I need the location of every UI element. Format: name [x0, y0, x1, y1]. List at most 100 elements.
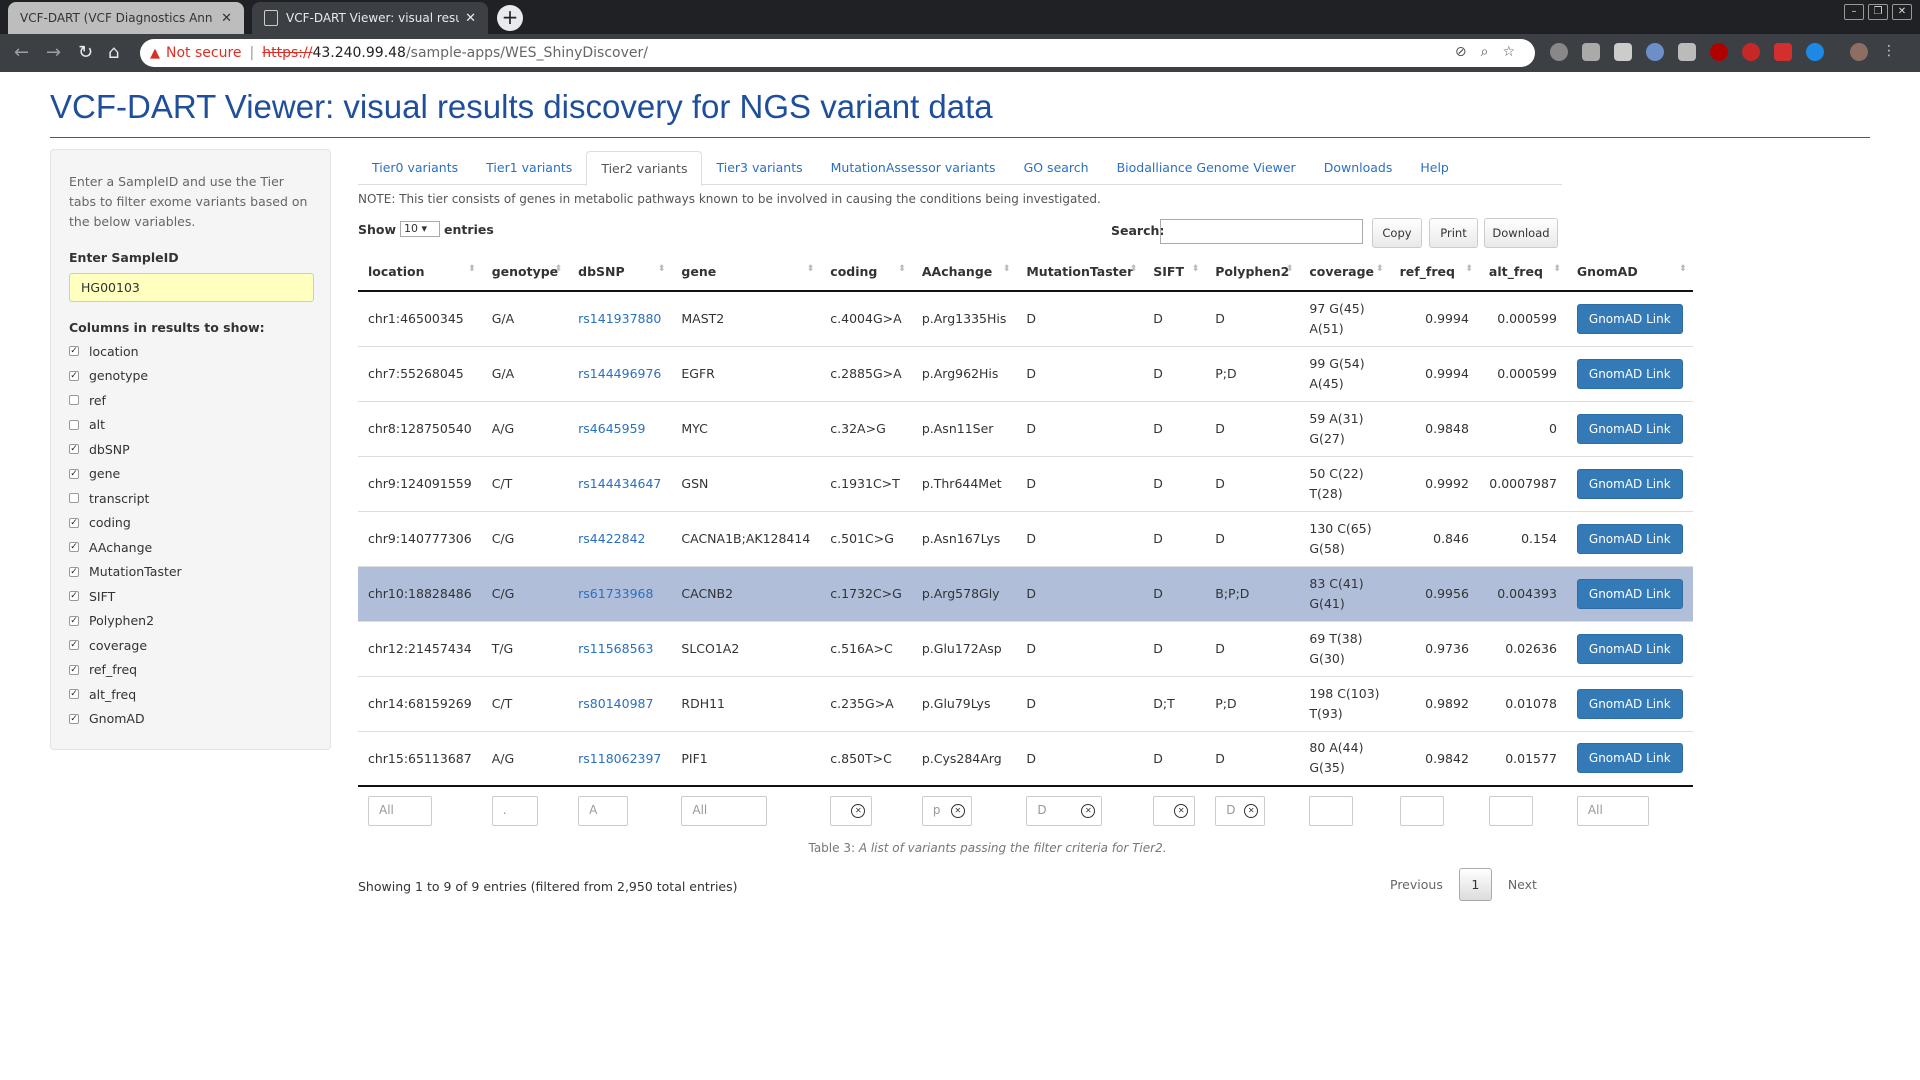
- column-header-gnomad[interactable]: GnomAD ⬍: [1566, 253, 1693, 292]
- sort-icon[interactable]: ⬍: [1465, 264, 1473, 274]
- tab-go-search[interactable]: GO search: [1010, 151, 1103, 185]
- checkbox[interactable]: ✓: [69, 664, 79, 675]
- column-toggle-gnomad[interactable]: ✓ GnomAD: [69, 707, 312, 732]
- gnomad-link-button[interactable]: GnomAD Link: [1576, 688, 1683, 719]
- checkbox[interactable]: [69, 419, 79, 430]
- table-row[interactable]: chr12:21457434 T/G rs11568563 SLCO1A2 c.516A…: [358, 621, 1693, 677]
- column-toggle-location[interactable]: ✓ location: [69, 339, 312, 364]
- column-header-genotype[interactable]: genotype ⬍: [481, 253, 569, 292]
- clear-icon[interactable]: ✕: [1244, 803, 1259, 818]
- checkbox[interactable]: ✓: [69, 615, 79, 626]
- dbsnp-link[interactable]: rs141937880: [578, 311, 661, 326]
- dbsnp-link[interactable]: rs80140987: [578, 696, 653, 711]
- page-1-button[interactable]: 1: [1458, 868, 1492, 901]
- column-header-location[interactable]: location ⬍: [358, 253, 482, 292]
- column-header-alt_freq[interactable]: alt_freq ⬍: [1478, 253, 1567, 292]
- table-row[interactable]: chr9:124091559 C/T rs144434647 GSN c.1931C>T…: [358, 456, 1693, 512]
- zoom-icon[interactable]: ⌕: [1481, 44, 1489, 60]
- column-header-gene[interactable]: gene ⬍: [671, 253, 821, 292]
- restore-button[interactable]: ❐: [1868, 4, 1888, 20]
- sort-icon[interactable]: ⬍: [898, 264, 906, 274]
- checkbox[interactable]: ✓: [69, 591, 79, 602]
- sort-icon[interactable]: ⬍: [1553, 264, 1561, 274]
- table-row[interactable]: chr1:46500345 G/A rs141937880 MAST2 c.4004G>…: [358, 291, 1693, 347]
- dbsnp-link[interactable]: rs144496976: [578, 366, 661, 381]
- table-row[interactable]: chr7:55268045 G/A rs144496976 EGFR c.2885G>A…: [358, 346, 1693, 402]
- table-row[interactable]: chr15:65113687 A/G rs118062397 PIF1 c.850T>C…: [358, 731, 1693, 787]
- tab-tier0-variants[interactable]: Tier0 variants: [358, 151, 472, 185]
- extension-icon[interactable]: [1646, 43, 1664, 61]
- close-icon[interactable]: ✕: [465, 11, 476, 26]
- tab-downloads[interactable]: Downloads: [1310, 151, 1407, 185]
- column-filter-input[interactable]: All: [1576, 795, 1649, 826]
- column-toggle-ref_freq[interactable]: ✓ ref_freq: [69, 658, 312, 683]
- column-header-coding[interactable]: coding ⬍: [820, 253, 912, 292]
- dbsnp-link[interactable]: rs118062397: [578, 751, 661, 766]
- clear-icon[interactable]: ✕: [1081, 803, 1096, 818]
- address-bar[interactable]: ▲ Not secure | https:// 43.240.99.48 /sa…: [140, 39, 1535, 67]
- sort-icon[interactable]: ⬍: [1679, 264, 1687, 274]
- bookmark-star-icon[interactable]: ☆: [1502, 44, 1515, 60]
- column-toggle-dbsnp[interactable]: ✓ dbSNP: [69, 437, 312, 462]
- column-header-sift[interactable]: SIFT ⬍: [1143, 253, 1206, 292]
- checkbox[interactable]: ✓: [69, 713, 79, 724]
- tab-tier3-variants[interactable]: Tier3 variants: [702, 151, 816, 185]
- close-icon[interactable]: ✕: [221, 11, 232, 26]
- table-row[interactable]: chr10:18828486 C/G rs61733968 CACNB2 c.1732C…: [358, 566, 1693, 622]
- sort-icon[interactable]: ⬍: [468, 264, 476, 274]
- column-toggle-alt_freq[interactable]: ✓ alt_freq: [69, 682, 312, 707]
- table-row[interactable]: chr9:140777306 C/G rs4422842 CACNA1B;AK1284…: [358, 511, 1693, 567]
- column-filter-input[interactable]: All: [368, 795, 432, 826]
- column-toggle-genotype[interactable]: ✓ genotype: [69, 364, 312, 389]
- column-filter-input[interactable]: p ✕: [921, 795, 972, 826]
- home-icon[interactable]: ⌂: [108, 42, 119, 63]
- checkbox[interactable]: [69, 493, 79, 504]
- column-header-ref_freq[interactable]: ref_freq ⬍: [1389, 253, 1479, 292]
- clear-icon[interactable]: ✕: [950, 803, 965, 818]
- download-button[interactable]: Download: [1484, 218, 1558, 248]
- sort-icon[interactable]: ⬍: [555, 264, 563, 274]
- tab-help[interactable]: Help: [1406, 151, 1463, 185]
- extension-icon[interactable]: [1550, 43, 1568, 61]
- blocked-icon[interactable]: ⊘: [1455, 44, 1467, 60]
- sort-icon[interactable]: ⬍: [1130, 264, 1138, 274]
- column-filter-input[interactable]: D ✕: [1215, 795, 1266, 826]
- column-filter-input[interactable]: [1309, 795, 1354, 826]
- entries-select[interactable]: 10 ▾: [400, 221, 441, 237]
- next-button[interactable]: Next: [1508, 877, 1537, 892]
- column-header-mutationtaster[interactable]: MutationTaster ⬍: [1016, 253, 1144, 292]
- minimize-button[interactable]: –: [1844, 4, 1864, 20]
- checkbox[interactable]: ✓: [69, 566, 79, 577]
- gnomad-link-button[interactable]: GnomAD Link: [1576, 303, 1683, 334]
- column-filter-input[interactable]: A: [578, 795, 629, 826]
- search-input[interactable]: [1160, 219, 1363, 244]
- column-toggle-polyphen2[interactable]: ✓ Polyphen2: [69, 609, 312, 634]
- sort-icon[interactable]: ⬍: [1192, 264, 1200, 274]
- gnomad-link-button[interactable]: GnomAD Link: [1576, 413, 1683, 444]
- column-toggle-coding[interactable]: ✓ coding: [69, 511, 312, 536]
- extension-icon[interactable]: [1774, 43, 1792, 61]
- checkbox[interactable]: ✓: [69, 640, 79, 651]
- sort-icon[interactable]: ⬍: [1003, 264, 1011, 274]
- column-filter-input[interactable]: All: [681, 795, 768, 826]
- close-window-button[interactable]: ✕: [1892, 4, 1912, 20]
- back-icon[interactable]: ←: [14, 42, 29, 63]
- column-toggle-gene[interactable]: ✓ gene: [69, 462, 312, 487]
- dbsnp-link[interactable]: rs4422842: [578, 531, 645, 546]
- extension-icon[interactable]: [1742, 43, 1760, 61]
- print-button[interactable]: Print: [1429, 218, 1478, 248]
- checkbox[interactable]: ✓: [69, 444, 79, 455]
- chat-icon[interactable]: [1678, 43, 1696, 61]
- gnomad-link-button[interactable]: GnomAD Link: [1576, 578, 1683, 609]
- shield-icon[interactable]: [1614, 43, 1632, 61]
- browser-tab-viewer[interactable]: VCF-DART Viewer: visual results d ✕: [252, 2, 488, 34]
- column-filter-input[interactable]: [1399, 795, 1444, 826]
- checkbox[interactable]: ✓: [69, 689, 79, 700]
- avatar[interactable]: [1850, 43, 1868, 61]
- column-filter-input[interactable]: ✕: [1153, 795, 1196, 826]
- forward-icon[interactable]: →: [46, 42, 61, 63]
- dbsnp-link[interactable]: rs144434647: [578, 476, 661, 491]
- extension-icon[interactable]: [1582, 43, 1600, 61]
- checkbox[interactable]: ✓: [69, 468, 79, 479]
- column-toggle-alt[interactable]: alt: [69, 413, 312, 438]
